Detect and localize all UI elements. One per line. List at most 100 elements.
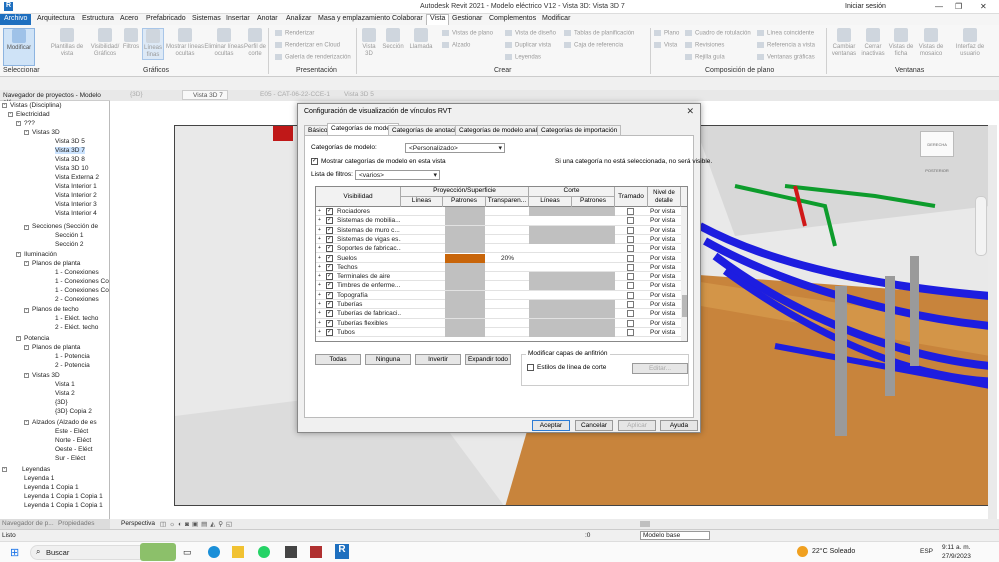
tree-item[interactable]: Vista 1 (55, 381, 75, 388)
revit-taskbar-icon[interactable]: R (335, 544, 349, 559)
row-visibility-checkbox[interactable]: ✓ (326, 254, 333, 262)
tree-item[interactable]: 1 - Potencia (55, 353, 90, 360)
tree-item[interactable]: 1 - Conexiones (55, 269, 99, 276)
tramado-checkbox[interactable] (627, 217, 634, 225)
cell-transparencia[interactable] (486, 272, 529, 281)
sign-in-link[interactable]: Iniciar sesión (845, 3, 886, 10)
vistas-mosaico-button[interactable]: Vistas de mosaico (916, 28, 946, 58)
cell-lineas-corte[interactable] (529, 244, 572, 253)
tramado-checkbox[interactable] (627, 208, 634, 215)
todas-button[interactable]: Todas (315, 354, 361, 365)
table-row[interactable]: + ✓ Tuberías Por vista (316, 300, 687, 310)
expandir-todo-button[interactable]: Expandir todo (465, 354, 511, 365)
cell-patrones-corte[interactable] (572, 216, 615, 225)
renderizar-button[interactable]: Renderizar (275, 30, 314, 37)
cell-transparencia[interactable] (486, 300, 529, 309)
row-visibility-checkbox[interactable]: ✓ (326, 282, 333, 290)
cell-lineas[interactable] (401, 281, 443, 290)
cell-lineas[interactable] (401, 207, 443, 216)
row-visibility-checkbox[interactable]: ✓ (326, 328, 333, 336)
linea-coincidente-button[interactable]: Línea coincidente (757, 30, 814, 37)
row-visibility-checkbox[interactable]: ✓ (326, 208, 333, 215)
tree-item[interactable]: 1 - Conexiones Co (55, 287, 109, 294)
tree-item[interactable]: Sección 2 (55, 241, 84, 248)
cuadro-rotulacion-button[interactable]: Cuadro de rotulación (685, 30, 751, 37)
ninguna-button[interactable]: Ninguna (365, 354, 411, 365)
row-visibility-checkbox[interactable]: ✓ (326, 226, 333, 234)
tree-item[interactable]: 2 - Potencia (55, 362, 90, 369)
row-visibility-checkbox[interactable]: ✓ (326, 245, 333, 253)
close-icon[interactable]: ✕ (686, 106, 694, 117)
cell-patrones[interactable] (445, 309, 485, 319)
app-icon[interactable] (310, 546, 322, 558)
tramado-checkbox[interactable] (627, 310, 634, 318)
cell-lineas[interactable] (401, 254, 443, 263)
vistas-ficha-button[interactable]: Vistas de ficha (888, 28, 914, 58)
row-visibility-checkbox[interactable]: ✓ (326, 301, 333, 308)
cell-patrones[interactable] (445, 290, 485, 300)
tree-item[interactable]: Electricidad (16, 111, 50, 118)
cancelar-button[interactable]: Cancelar (575, 420, 613, 431)
tramado-checkbox[interactable] (627, 245, 634, 253)
tree-item[interactable]: Vista Externa 2 (55, 174, 99, 181)
table-row[interactable]: + ✓ Soportes de fabricac... Por vista (316, 244, 687, 254)
lineas-finas-button[interactable]: Líneas finas (142, 28, 164, 60)
cell-transparencia[interactable] (486, 281, 529, 290)
tree-item[interactable]: Este - Eléct (55, 428, 88, 435)
cell-lineas[interactable] (401, 319, 443, 328)
tree-item[interactable]: Planos de planta (32, 344, 80, 351)
tab-propiedades[interactable]: Propiedades (58, 520, 95, 527)
show-categories-checkbox[interactable]: ✓ (311, 158, 318, 165)
task-view-icon[interactable]: ▭ (183, 547, 192, 558)
viewcube-right[interactable]: POSTERIOR (925, 168, 949, 173)
invertir-button[interactable]: Invertir (415, 354, 461, 365)
cell-transparencia[interactable] (486, 226, 529, 235)
cell-lineas[interactable] (401, 272, 443, 281)
tree-item-selected[interactable]: Vista 3D 7 (55, 147, 85, 154)
maximize-icon[interactable]: ❐ (955, 2, 962, 11)
cell-patrones[interactable] (445, 327, 485, 337)
cell-lineas[interactable] (401, 291, 443, 300)
collapse-icon[interactable]: - (2, 103, 7, 108)
mostrar-lineas-ocultas-button[interactable]: Mostrar líneas ocultas (166, 28, 204, 58)
filter-list-select[interactable]: <varios> (355, 170, 440, 180)
eliminar-lineas-ocultas-button[interactable]: Eliminar líneas ocultas (204, 28, 244, 58)
cell-lineas-corte[interactable] (529, 263, 572, 272)
collapse-icon[interactable]: - (24, 130, 29, 135)
cell-patrones-corte[interactable] (572, 281, 615, 291)
cell-patrones-corte[interactable] (572, 300, 615, 309)
tree-item[interactable]: Norte - Eléct (55, 437, 91, 444)
llamada-button[interactable]: Llamada (407, 28, 435, 51)
tab-prefabricado[interactable]: Prefabricado (146, 15, 186, 22)
cell-patrones[interactable] (445, 225, 485, 235)
table-row[interactable]: + ✓ Topografía Por vista (316, 290, 687, 300)
clock-time[interactable]: 9:11 a. m. (942, 544, 970, 551)
tree-item[interactable]: Vista Interior 2 (55, 192, 97, 199)
windows-start-icon[interactable]: ⊞ (10, 546, 19, 559)
tree-item[interactable]: Sección 1 (55, 232, 84, 239)
whatsapp-icon[interactable] (258, 546, 270, 558)
tree-item[interactable]: 2 - Conexiones (55, 296, 99, 303)
renderizar-cloud-button[interactable]: Renderizar en Cloud (275, 42, 340, 49)
expand-icon[interactable]: + (318, 254, 324, 263)
perspectiva-label[interactable]: Perspectiva (121, 520, 155, 527)
detail-level-cell[interactable]: Por vista (650, 281, 681, 290)
cell-lineas-corte[interactable] (529, 300, 572, 309)
tab-complementos[interactable]: Complementos (489, 15, 536, 22)
cell-lineas-corte[interactable] (529, 318, 572, 328)
row-visibility-checkbox[interactable]: ✓ (326, 217, 333, 225)
tramado-checkbox[interactable] (627, 263, 634, 271)
cell-patrones-corte[interactable] (572, 254, 615, 263)
tramado-checkbox[interactable] (627, 291, 634, 299)
viewcube[interactable]: DERECHA POSTERIOR (920, 131, 954, 173)
cell-lineas-corte[interactable] (529, 327, 572, 337)
collapse-icon[interactable]: - (24, 420, 29, 425)
table-row[interactable]: + ✓ Rociadores Por vista (316, 207, 687, 217)
vista-diseno-button[interactable]: Vista de diseño (505, 30, 556, 37)
table-row[interactable]: + ✓ Suelos 20% Por vista (316, 253, 687, 263)
cell-patrones-corte[interactable] (572, 234, 615, 244)
cell-patrones-corte[interactable] (572, 272, 615, 282)
cell-lineas[interactable] (401, 263, 443, 272)
detail-level-cell[interactable]: Por vista (650, 300, 681, 309)
cell-transparencia[interactable] (486, 319, 529, 328)
